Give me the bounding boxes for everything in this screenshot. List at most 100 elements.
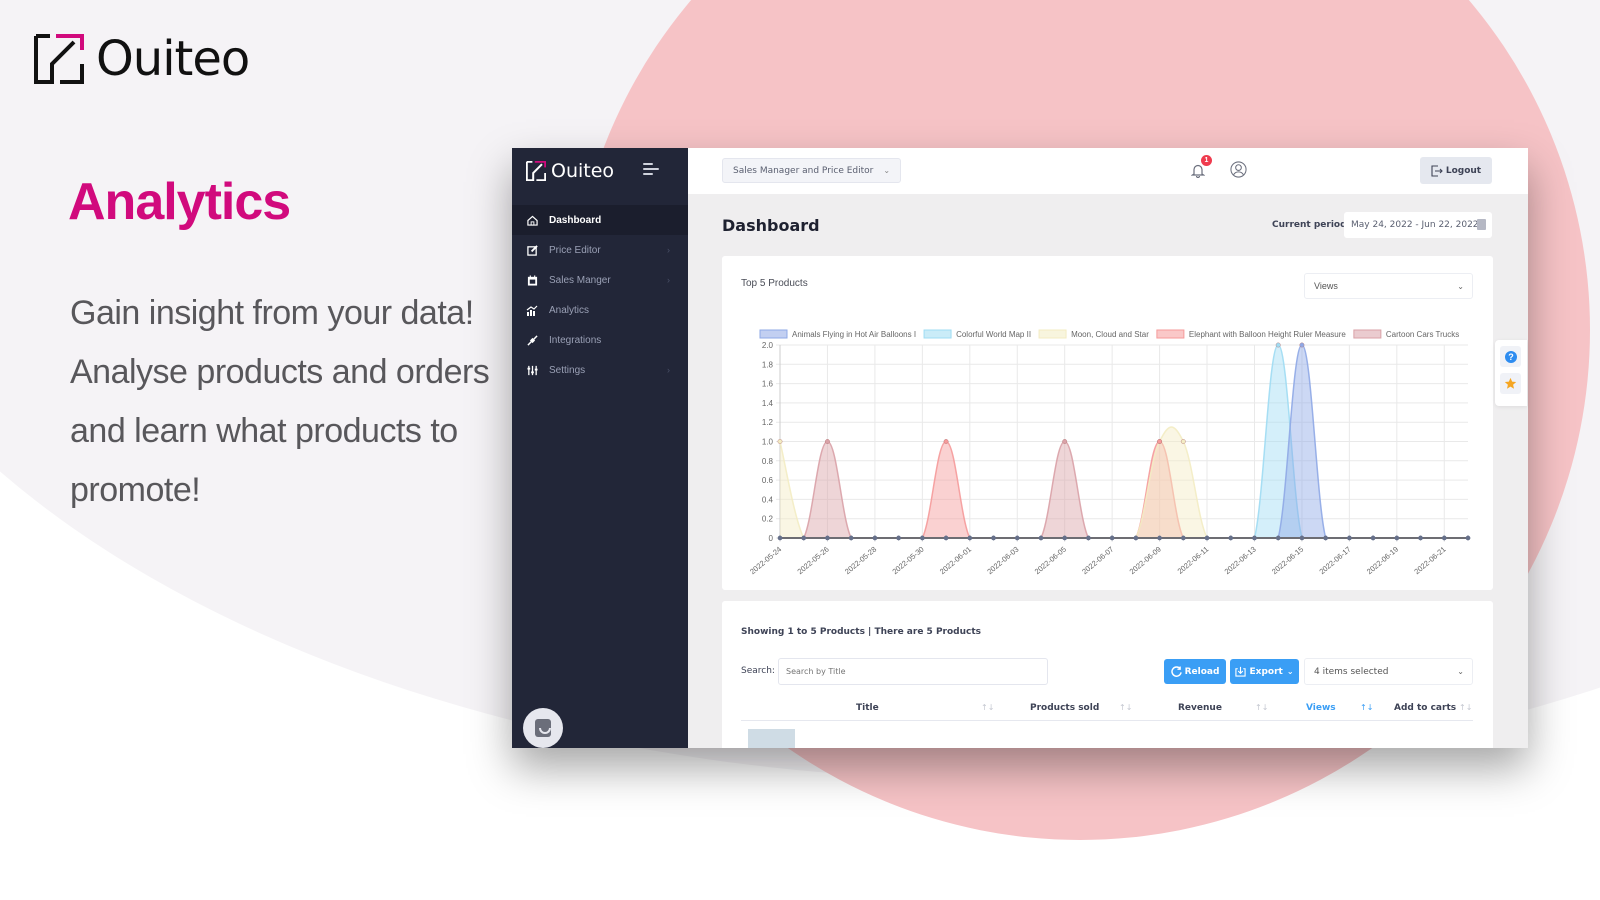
x-tick-label: 2022-05-30 <box>890 545 925 577</box>
sidebar-item-settings[interactable]: Settings › <box>512 355 688 385</box>
data-point <box>1465 535 1471 541</box>
sidebar-item-integrations[interactable]: Integrations <box>512 325 688 355</box>
x-tick-label: 2022-06-05 <box>1033 545 1068 577</box>
notification-badge: 1 <box>1201 155 1212 166</box>
column-header-add-to-carts[interactable]: Add to carts <box>1394 703 1456 713</box>
logo-mark-icon <box>526 161 546 181</box>
hero-line: promote! <box>70 471 201 509</box>
series-line <box>779 440 1468 539</box>
data-point <box>1275 342 1281 348</box>
chart-title: Top 5 Products <box>741 278 808 289</box>
sort-icon[interactable]: ↑↓ <box>981 703 994 712</box>
user-profile-icon[interactable] <box>1230 161 1247 178</box>
legend-swatch <box>1156 329 1185 339</box>
favorite-button[interactable] <box>1500 373 1521 394</box>
period-label: Current period: <box>1272 220 1351 230</box>
data-point <box>1015 535 1020 541</box>
column-header-products-sold[interactable]: Products sold <box>1030 703 1099 713</box>
sidebar-item-dashboard[interactable]: Dashboard <box>512 205 688 235</box>
sort-icon[interactable]: ↑↓ <box>1255 703 1268 712</box>
column-header-title[interactable]: Title <box>856 703 879 713</box>
sidebar-menu: Dashboard Price Editor › Sales Manger › … <box>512 205 688 385</box>
search-input[interactable] <box>778 658 1048 685</box>
column-header-revenue[interactable]: Revenue <box>1178 703 1222 713</box>
sidebar-item-label: Price Editor <box>549 244 601 256</box>
data-point <box>1133 535 1139 541</box>
legend-label: Moon, Cloud and Star <box>1071 330 1149 339</box>
chevron-right-icon: › <box>667 245 670 255</box>
product-thumbnail[interactable] <box>748 729 795 748</box>
search-label: Search: <box>741 666 775 676</box>
x-tick-label: 2022-06-09 <box>1128 545 1163 577</box>
series-area <box>780 441 1468 538</box>
data-point <box>920 535 925 541</box>
legend-swatch <box>1353 329 1382 339</box>
data-point <box>1062 535 1067 541</box>
chevron-right-icon: › <box>667 275 670 285</box>
sliders-icon <box>526 364 538 376</box>
data-point <box>1252 535 1257 541</box>
sidebar-item-price-editor[interactable]: Price Editor › <box>512 235 688 265</box>
data-point <box>872 535 878 541</box>
metric-select-value: Views <box>1314 281 1338 291</box>
data-point <box>1038 535 1044 541</box>
export-button[interactable]: Export ⌄ <box>1230 659 1299 684</box>
sidebar-brand[interactable]: Ouiteo <box>512 148 688 194</box>
y-tick-label: 1.4 <box>762 399 774 408</box>
sidebar: Ouiteo Dashboard Price Editor › Sales Ma… <box>512 148 688 748</box>
topbar: Sales Manager and Price Editor ⌄ 1 Logou… <box>688 148 1528 194</box>
sidebar-item-analytics[interactable]: Analytics <box>512 295 688 325</box>
series-line <box>779 426 1468 539</box>
chevron-down-icon: ⌄ <box>1457 667 1464 676</box>
plug-icon <box>526 334 538 346</box>
x-tick-label: 2022-05-24 <box>748 545 783 577</box>
data-point <box>943 535 949 541</box>
chevron-right-icon: › <box>667 365 670 375</box>
y-tick-label: 0.2 <box>762 515 774 524</box>
period-value: May 24, 2022 - Jun 22, 2022 <box>1351 220 1479 230</box>
hero-line: Analyse products and orders <box>70 353 490 391</box>
sort-icon[interactable]: ↑↓ <box>1459 703 1472 712</box>
metric-select[interactable]: Views ⌄ <box>1304 273 1473 299</box>
edit-icon <box>526 244 538 256</box>
chat-support-button[interactable] <box>523 708 563 748</box>
legend-swatch <box>923 329 952 339</box>
data-point <box>1062 439 1068 444</box>
series-area <box>780 441 1468 538</box>
hero-description: Gain insight from your data! Analyse pro… <box>70 284 490 520</box>
hero-line: and learn what products to <box>70 412 458 450</box>
y-tick-label: 1.2 <box>762 418 774 427</box>
role-select-value: Sales Manager and Price Editor <box>733 165 874 176</box>
period-picker[interactable]: May 24, 2022 - Jun 22, 2022 <box>1344 212 1492 238</box>
x-tick-label: 2022-05-28 <box>843 545 878 577</box>
series-line <box>779 440 1468 539</box>
help-button[interactable]: ? <box>1500 346 1521 367</box>
svg-text:?: ? <box>1508 352 1514 362</box>
sidebar-item-sales-manager[interactable]: Sales Manger › <box>512 265 688 295</box>
y-tick-label: 2.0 <box>762 341 774 350</box>
logout-button[interactable]: Logout <box>1420 157 1492 184</box>
calendar-icon <box>526 274 538 286</box>
help-icon: ? <box>1504 350 1517 363</box>
legend-label: Cartoon Cars Trucks <box>1386 330 1459 339</box>
sort-icon[interactable]: ↑↓ <box>1119 703 1132 712</box>
columns-select[interactable]: 4 items selected ⌄ <box>1304 658 1473 685</box>
menu-toggle-icon[interactable] <box>643 163 659 178</box>
home-icon <box>526 214 538 226</box>
series-area <box>780 427 1468 538</box>
reload-button[interactable]: Reload <box>1164 659 1226 684</box>
legend-label: Elephant with Balloon Height Ruler Measu… <box>1189 330 1347 339</box>
table-header: Title ↑↓ Products sold ↑↓ Revenue ↑↓ Vie… <box>741 697 1473 721</box>
page-title: Dashboard <box>722 216 820 235</box>
y-tick-label: 1.0 <box>762 438 774 447</box>
legend-swatch <box>1038 329 1067 339</box>
data-point <box>1299 342 1305 348</box>
sidebar-item-label: Settings <box>549 364 586 376</box>
chevron-down-icon: ⌄ <box>1286 667 1294 676</box>
column-header-views[interactable]: Views <box>1306 703 1336 713</box>
data-point <box>1442 535 1447 541</box>
chevron-down-icon: ⌄ <box>1457 281 1464 291</box>
sort-icon[interactable]: ↑↓ <box>1360 703 1373 712</box>
top-products-chart: 0 0.2 0.4 0.6 0.8 1.0 1.2 1.4 1.6 1.8 2.0 2022-05-2… <box>748 329 1471 577</box>
role-select[interactable]: Sales Manager and Price Editor ⌄ <box>722 158 902 183</box>
